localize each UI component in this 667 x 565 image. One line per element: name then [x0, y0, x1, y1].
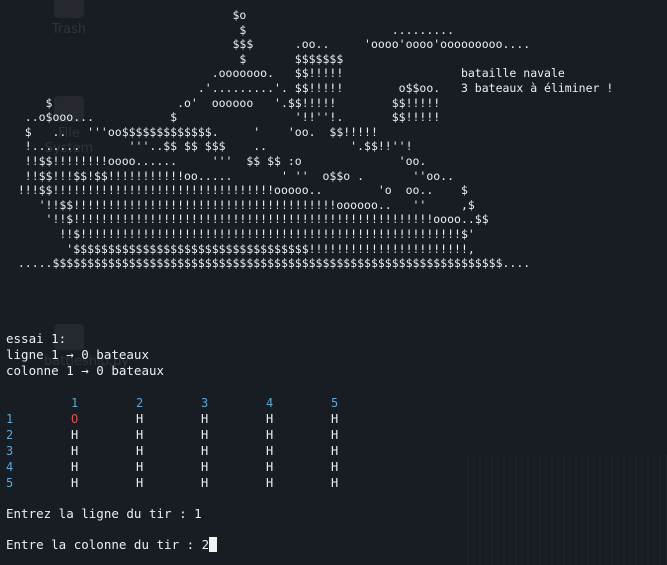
- row-header-3: 3: [6, 444, 14, 458]
- ascii-battleship-banner: $o $ ......... $$$ .oo.. 'oooo'oooo'oooo…: [17, 8, 614, 271]
- row-header-5: 5: [6, 476, 14, 490]
- col-header-2: 2: [136, 396, 144, 410]
- grid-row-4: 4 H H H H H: [6, 459, 396, 475]
- board-cell-1-1: O: [71, 412, 79, 426]
- board-cell-5-2: H: [136, 476, 144, 490]
- col-prompt-text: Entre la colonne du tir : 2: [6, 537, 210, 552]
- terminal-window[interactable]: Trash File System battleship.py $o $ ...…: [0, 0, 667, 565]
- board-cell-1-2: H: [136, 412, 144, 426]
- board-cell-3-5: H: [331, 444, 339, 458]
- col-result: colonne 1 → 0 bateaux: [6, 363, 165, 378]
- board-cell-4-1: H: [71, 460, 79, 474]
- row-header-1: 1: [6, 412, 14, 426]
- grid-row-5: 5 H H H H H: [6, 475, 396, 491]
- board-cell-5-1: H: [71, 476, 79, 490]
- col-header-4: 4: [266, 396, 274, 410]
- grid-header-row: 1 2 3 4 5: [6, 395, 396, 411]
- board-cell-3-2: H: [136, 444, 144, 458]
- board-cell-4-2: H: [136, 460, 144, 474]
- col-prompt[interactable]: Entre la colonne du tir : 2: [6, 537, 218, 553]
- game-board: 123451OHHHH2HHHHH3HHHHH4HHHHH5HHHHH: [6, 395, 396, 491]
- row-header-4: 4: [6, 460, 14, 474]
- row-prompt: Entrez la ligne du tir : 1: [6, 506, 202, 521]
- board-cell-5-3: H: [201, 476, 209, 490]
- board-cell-4-5: H: [331, 460, 339, 474]
- attempt-info: essai 1: ligne 1 → 0 bateaux colonne 1 →…: [6, 331, 164, 379]
- board-cell-1-3: H: [201, 412, 209, 426]
- grid-row-2: 2 H H H H H: [6, 427, 396, 443]
- col-header-1: 1: [71, 396, 79, 410]
- board-cell-2-5: H: [331, 428, 339, 442]
- col-header-3: 3: [201, 396, 209, 410]
- board-cell-1-5: H: [331, 412, 339, 426]
- text-cursor: [209, 537, 218, 552]
- grid-row-1: 1 O H H H H: [6, 411, 396, 427]
- row-result: ligne 1 → 0 bateaux: [6, 347, 149, 362]
- board-cell-1-4: H: [266, 412, 274, 426]
- col-header-5: 5: [331, 396, 339, 410]
- grid-row-3: 3 H H H H H: [6, 443, 396, 459]
- wallpaper-pattern: [467, 455, 667, 565]
- board-cell-3-3: H: [201, 444, 209, 458]
- board-cell-3-1: H: [71, 444, 79, 458]
- board-cell-2-4: H: [266, 428, 274, 442]
- board-cell-4-4: H: [266, 460, 274, 474]
- board-cell-4-3: H: [201, 460, 209, 474]
- board-cell-5-5: H: [331, 476, 339, 490]
- board-cell-5-4: H: [266, 476, 274, 490]
- attempt-line: essai 1:: [6, 331, 67, 346]
- row-header-2: 2: [6, 428, 14, 442]
- board-cell-2-3: H: [201, 428, 209, 442]
- board-cell-2-2: H: [136, 428, 144, 442]
- board-cell-2-1: H: [71, 428, 79, 442]
- board-cell-3-4: H: [266, 444, 274, 458]
- grid-corner: [6, 395, 71, 411]
